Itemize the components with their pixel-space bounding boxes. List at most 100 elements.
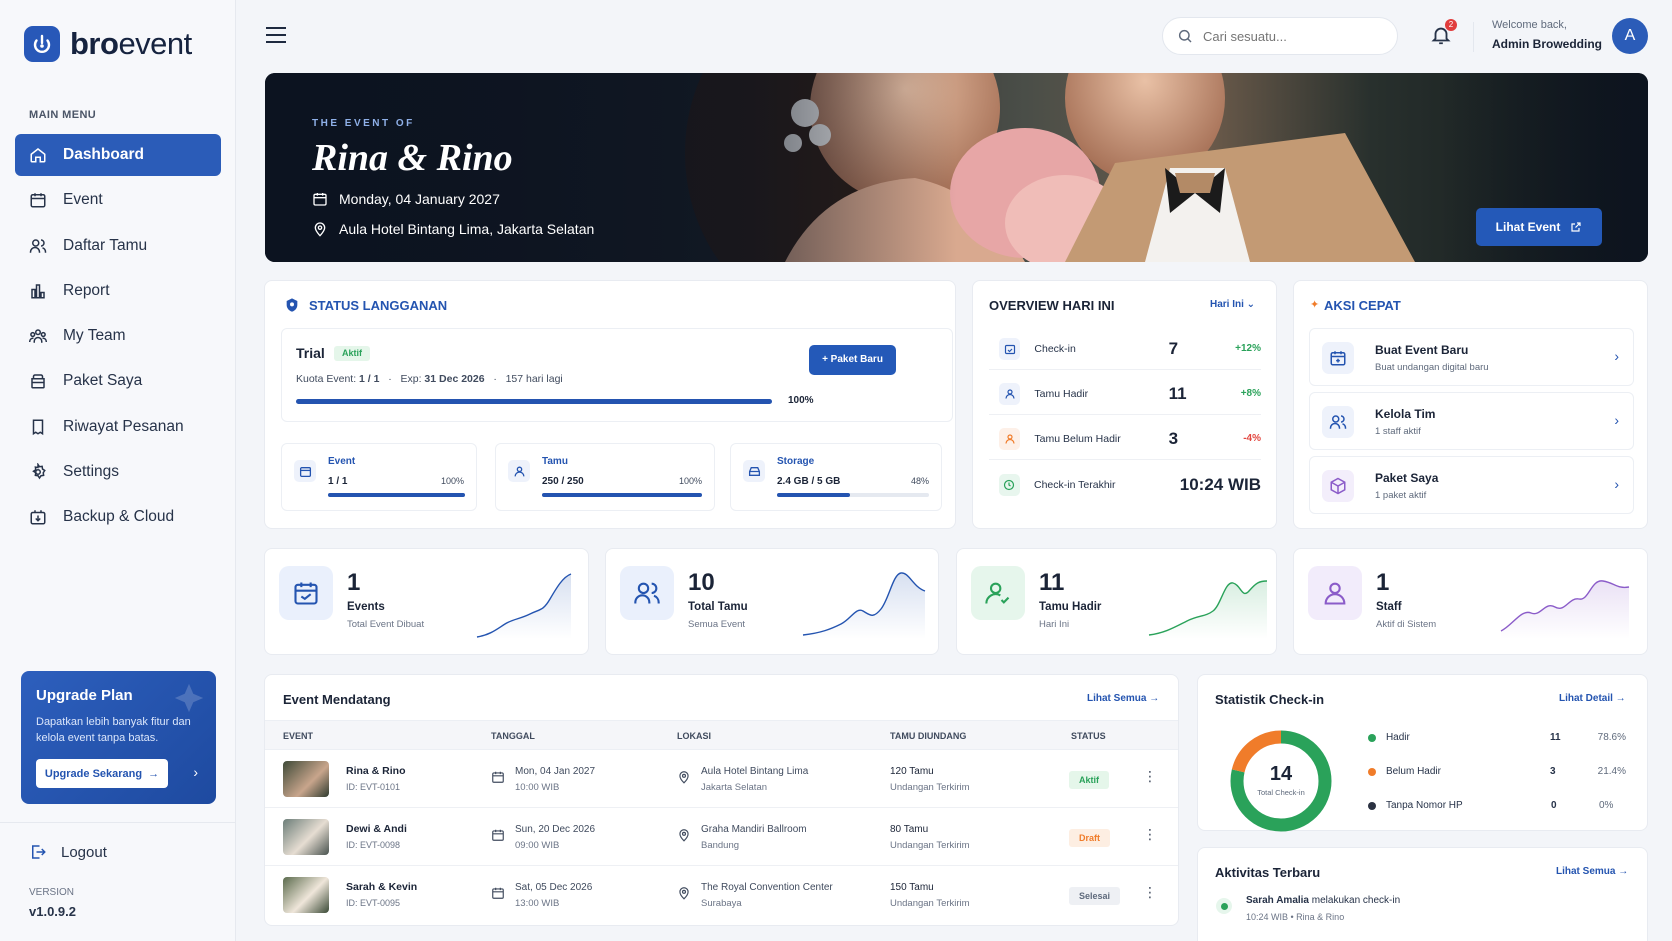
recent-activity-card: Aktivitas Terbaru Lihat Semua → Sarah Am…	[1197, 847, 1648, 941]
team-icon	[1322, 406, 1354, 438]
menu-toggle-button[interactable]	[266, 27, 286, 48]
sidebar-item-report[interactable]: Report	[15, 270, 221, 312]
table-row[interactable]: Sarah & Kevin ID: EVT-0095 Sat, 05 Dec 2…	[265, 866, 1178, 924]
view-detail-link[interactable]: Lihat Detail →	[1559, 693, 1626, 704]
storage-icon	[743, 460, 765, 482]
overview-row-present: Tamu Hadir 11 +8%	[989, 373, 1261, 415]
user-icon	[999, 382, 1021, 405]
status-badge: Aktif	[1069, 771, 1109, 789]
chevron-right-icon: ›	[1614, 412, 1619, 428]
calendar-icon	[294, 460, 316, 482]
stat-card-present: 11 Tamu Hadir Hari Ini	[956, 548, 1277, 655]
main-menu: Dashboard Event Daftar Tamu Report My Te…	[15, 134, 221, 542]
chevron-right-icon: ›	[1614, 476, 1619, 492]
more-options-icon[interactable]: ⋮	[1143, 768, 1157, 785]
my-package-action[interactable]: Paket Saya 1 paket aktif ›	[1309, 456, 1634, 514]
version-label: VERSION	[29, 887, 75, 898]
checkin-stats-card: Statistik Check-in Lihat Detail → 14 Tot…	[1197, 674, 1648, 832]
sidebar-item-dashboard[interactable]: Dashboard	[15, 134, 221, 176]
cloud-backup-icon	[30, 510, 46, 525]
sidebar-item-riwayat-pesanan[interactable]: Riwayat Pesanan	[15, 406, 221, 448]
checkin-stats-title: Statistik Check-in	[1215, 692, 1325, 707]
divider	[0, 822, 236, 823]
more-options-icon[interactable]: ⋮	[1143, 884, 1157, 901]
sparkline	[476, 573, 572, 639]
event-thumbnail	[283, 761, 329, 797]
sidebar-item-backup-cloud[interactable]: Backup & Cloud	[15, 496, 221, 538]
trial-plan-box: Trial Aktif Kuota Event: 1 / 1 · Exp: 31…	[281, 328, 953, 422]
donut-total-label: Total Check-in	[1257, 788, 1305, 797]
logout-button[interactable]: Logout	[29, 843, 107, 861]
manage-team-action[interactable]: Kelola Tim 1 staff aktif ›	[1309, 392, 1634, 450]
sparkle-icon	[174, 683, 204, 713]
upgrade-desc: Dapatkan lebih banyak fitur dan kelola e…	[36, 716, 191, 744]
clock-icon	[999, 474, 1020, 496]
status-badge: Selesai	[1069, 887, 1121, 905]
view-all-activity-link[interactable]: Lihat Semua →	[1556, 866, 1628, 877]
subscription-status-card: STATUS LANGGANAN Trial Aktif Kuota Event…	[264, 280, 956, 529]
users-icon	[29, 238, 47, 253]
sparkline	[802, 572, 926, 639]
view-all-events-link[interactable]: Lihat Semua →	[1087, 693, 1159, 704]
chevron-right-icon[interactable]: ›	[193, 764, 198, 780]
status-badge: Aktif	[334, 346, 370, 361]
calendar-icon	[279, 566, 333, 620]
plan-progress-label: 100%	[788, 395, 814, 406]
event-thumbnail	[283, 877, 329, 913]
plan-quota: Kuota Event: 1 / 1 · Exp: 31 Dec 2026 · …	[296, 373, 563, 385]
upgrade-now-button[interactable]: Upgrade Sekarang →	[36, 759, 168, 788]
usage-event: Event 1 / 1 100%	[281, 443, 477, 511]
event-thumbnail	[283, 819, 329, 855]
hero-title: Rina & Rino	[312, 137, 513, 179]
avatar[interactable]: A	[1612, 18, 1648, 54]
overview-row-checkin: Check-in 7 +12%	[989, 328, 1261, 370]
notification-button[interactable]: 2	[1430, 19, 1457, 48]
user-icon	[508, 460, 530, 482]
usage-bar-fill	[542, 493, 702, 497]
activity-dot-icon	[1216, 898, 1232, 914]
sparkline	[1148, 580, 1268, 639]
welcome-text: Welcome back,	[1492, 19, 1567, 31]
view-event-button[interactable]: Lihat Event	[1476, 208, 1602, 246]
period-filter[interactable]: Hari Ini ⌄	[1210, 299, 1255, 310]
overview-row-absent: Tamu Belum Hadir 3 -4%	[989, 418, 1261, 460]
user-check-icon	[971, 566, 1025, 620]
sidebar-item-event[interactable]: Event	[15, 179, 221, 221]
box-icon	[1322, 470, 1354, 502]
usage-bar-fill	[777, 493, 850, 497]
sidebar-item-daftar-tamu[interactable]: Daftar Tamu	[15, 225, 221, 267]
more-options-icon[interactable]: ⋮	[1143, 826, 1157, 843]
plan-progress-bar	[296, 399, 772, 404]
arrow-right-icon: →	[148, 767, 160, 780]
hero-eyebrow: THE EVENT OF	[312, 118, 415, 129]
hero-location: Aula Hotel Bintang Lima, Jakarta Selatan	[312, 221, 594, 237]
search-input[interactable]	[1203, 28, 1383, 44]
brand-name: broevent	[70, 26, 192, 61]
logout-icon	[32, 845, 46, 859]
new-package-button[interactable]: + Paket Baru	[809, 345, 896, 375]
calendar-icon	[492, 829, 504, 841]
menu-section-label: MAIN MENU	[29, 109, 97, 121]
create-event-action[interactable]: Buat Event Baru Buat undangan digital ba…	[1309, 328, 1634, 386]
notification-badge: 2	[1445, 19, 1457, 31]
usage-guests: Tamu 250 / 250 100%	[495, 443, 715, 511]
plan-progress-fill	[296, 399, 772, 404]
usage-bar	[542, 493, 702, 497]
location-pin-icon	[314, 222, 326, 237]
shield-icon	[286, 298, 298, 312]
sidebar-item-my-team[interactable]: My Team	[15, 315, 221, 357]
legend-item: Tanpa Nomor HP 0 0%	[1368, 800, 1626, 811]
calendar-check-icon	[999, 337, 1021, 360]
table-row[interactable]: Dewi & Andi ID: EVT-0098 Sun, 20 Dec 202…	[265, 808, 1178, 866]
search-icon	[1178, 29, 1192, 43]
usage-storage: Storage 2.4 GB / 5 GB 48%	[730, 443, 942, 511]
sidebar-item-settings[interactable]: Settings	[15, 451, 221, 493]
search-box[interactable]	[1162, 17, 1398, 55]
table-row[interactable]: Rina & Rino ID: EVT-0101 Mon, 04 Jan 202…	[265, 750, 1178, 808]
quick-actions-card: ✦ AKSI CEPAT Buat Event Baru Buat undang…	[1293, 280, 1648, 529]
sidebar-item-paket-saya[interactable]: Paket Saya	[15, 360, 221, 402]
donut-total: 14	[1269, 763, 1293, 785]
location-pin-icon	[679, 771, 689, 784]
receipt-icon	[32, 419, 44, 435]
brand-logo[interactable]: broevent	[24, 26, 192, 62]
